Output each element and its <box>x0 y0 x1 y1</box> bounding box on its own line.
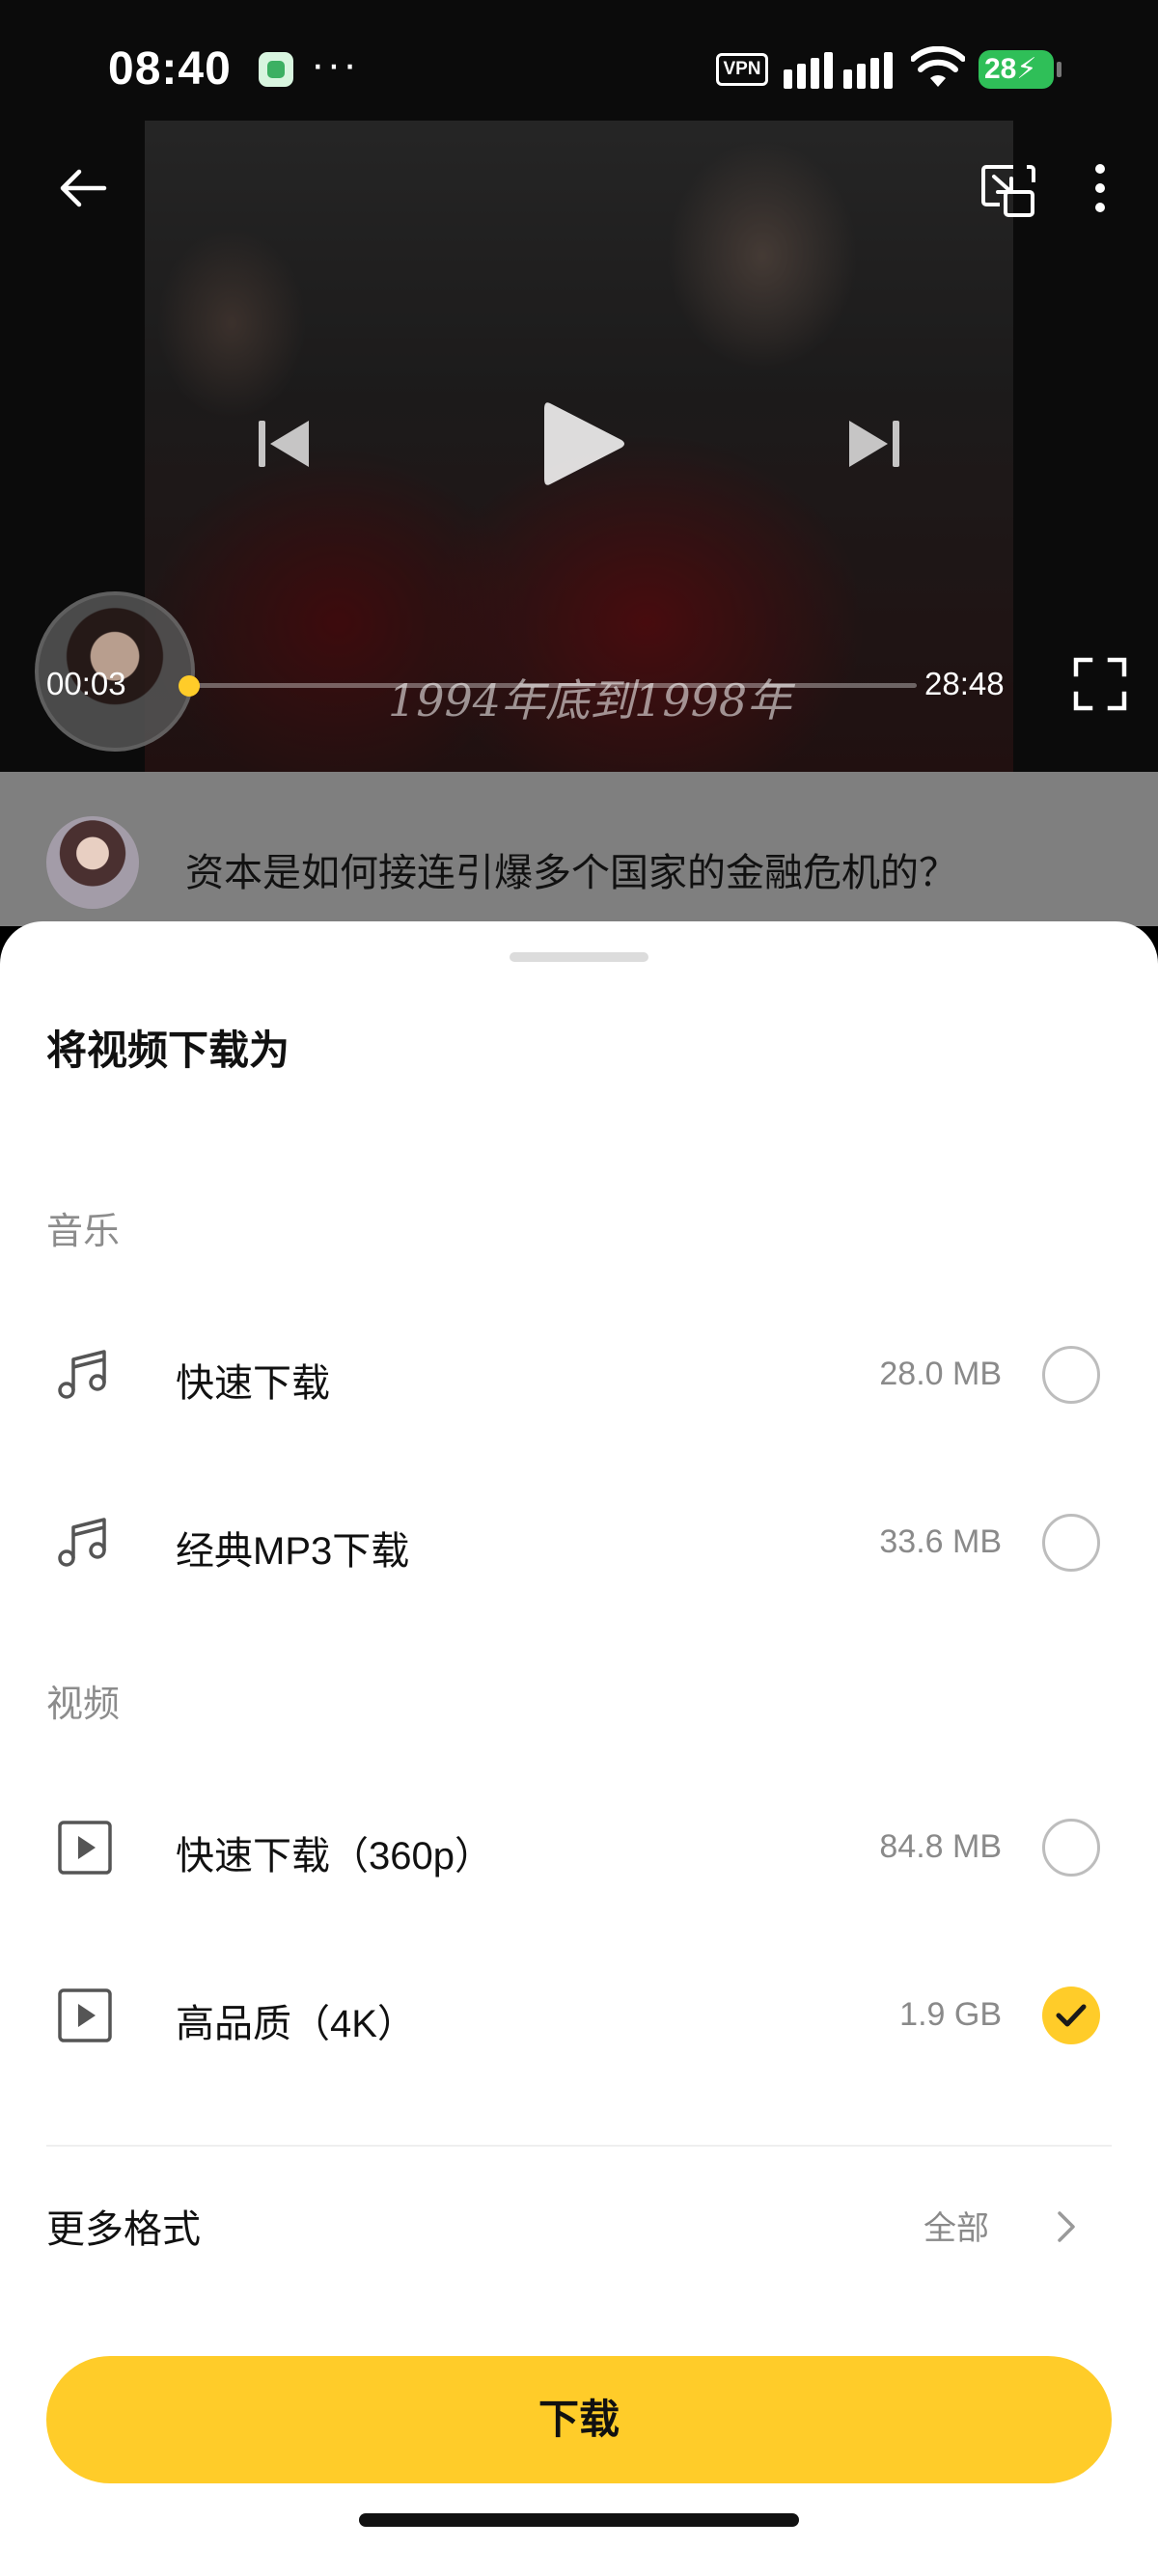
wifi-icon <box>911 46 965 87</box>
play-icon[interactable] <box>540 397 627 490</box>
vpn-icon: VPN <box>716 53 768 86</box>
video-play-icon <box>58 1821 112 1875</box>
video-info-row: 资本是如何接连引爆多个国家的金融危机的？ <box>0 772 1158 926</box>
option-label: 经典MP3下载 <box>176 1530 410 1573</box>
sheet-title: 将视频下载为 <box>46 1028 290 1073</box>
option-video-4k[interactable]: 高品质（4K） 1.9 GB <box>0 1948 1158 2083</box>
more-options-icon[interactable] <box>1087 159 1114 217</box>
radio-button[interactable] <box>1042 1819 1100 1877</box>
battery-icon: 28⚡ <box>979 50 1062 89</box>
option-size: 84.8 MB <box>879 1828 1002 1865</box>
progress-thumb[interactable] <box>179 675 200 697</box>
section-label-music: 音乐 <box>46 1212 121 1252</box>
chevron-right-icon <box>1058 2211 1075 2242</box>
previous-icon[interactable] <box>257 417 311 471</box>
more-formats-label: 更多格式 <box>46 2208 201 2251</box>
video-subtitle: 1994年底到1998年 <box>388 674 792 726</box>
video-player[interactable]: 1994年底到1998年 00:03 28:48 <box>0 121 1158 772</box>
video-title: 资本是如何接连引爆多个国家的金融危机的？ <box>185 852 957 894</box>
fullscreen-icon[interactable] <box>1073 657 1127 711</box>
author-avatar[interactable] <box>46 816 139 909</box>
option-label: 高品质（4K） <box>176 2003 416 2045</box>
picture-in-picture-icon[interactable] <box>980 163 1036 219</box>
progress-bar[interactable] <box>183 683 917 688</box>
status-time: 08:40 <box>108 43 232 95</box>
download-button[interactable]: 下载 <box>46 2356 1112 2483</box>
option-music-mp3[interactable]: 经典MP3下载 33.6 MB <box>0 1475 1158 1610</box>
option-size: 1.9 GB <box>899 1996 1002 2033</box>
section-label-video: 视频 <box>46 1685 121 1725</box>
music-note-icon <box>58 1518 106 1567</box>
option-video-360p[interactable]: 快速下载（360p） 84.8 MB <box>0 1780 1158 1915</box>
home-indicator <box>359 2513 799 2527</box>
option-label: 快速下载（360p） <box>176 1835 493 1877</box>
total-time: 28:48 <box>924 666 1005 701</box>
back-arrow-icon[interactable] <box>54 159 112 217</box>
sheet-drag-handle[interactable] <box>510 952 648 962</box>
next-icon[interactable] <box>847 417 901 471</box>
battery-level: 28 <box>984 53 1017 85</box>
music-note-icon <box>58 1350 106 1399</box>
signal-icon <box>784 52 893 89</box>
video-play-icon <box>58 1988 112 2042</box>
option-size: 33.6 MB <box>879 1523 1002 1560</box>
download-sheet: 将视频下载为 音乐 快速下载 28.0 MB 经典MP3下载 33.6 MB 视… <box>0 921 1158 2576</box>
checkmark-icon <box>1056 2004 1087 2027</box>
option-size: 28.0 MB <box>879 1356 1002 1392</box>
more-formats-value: 全部 <box>924 2210 989 2247</box>
current-time: 00:03 <box>46 666 126 701</box>
status-bar: 08:40 ··· VPN 28⚡ <box>0 0 1158 121</box>
radio-button[interactable] <box>1042 1514 1100 1572</box>
radio-button[interactable] <box>1042 1346 1100 1404</box>
radio-button-selected[interactable] <box>1042 1987 1100 2044</box>
more-formats-row[interactable]: 更多格式 全部 <box>0 2161 1158 2287</box>
option-label: 快速下载 <box>176 1362 330 1405</box>
app-notification-icon <box>259 52 293 87</box>
divider <box>46 2145 1112 2147</box>
more-notifications-icon: ··· <box>311 41 359 88</box>
option-music-fast[interactable]: 快速下载 28.0 MB <box>0 1307 1158 1442</box>
